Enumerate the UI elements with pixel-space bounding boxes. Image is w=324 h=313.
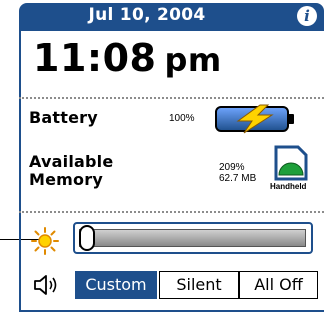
brightness-slider-thumb[interactable] bbox=[79, 225, 95, 251]
brightness-slider[interactable] bbox=[73, 222, 313, 254]
memory-label-line2: Memory bbox=[29, 170, 103, 189]
speaker-icon bbox=[34, 275, 57, 295]
battery-label: Battery bbox=[29, 108, 98, 127]
sound-option-silent[interactable]: Silent bbox=[159, 271, 239, 299]
clock-display: 11:08 pm bbox=[33, 36, 222, 80]
handheld-memory-icon bbox=[274, 145, 308, 181]
sound-option-custom[interactable]: Custom bbox=[75, 271, 157, 299]
divider bbox=[19, 97, 324, 99]
memory-size: 62.7 MB bbox=[219, 173, 257, 184]
memory-label-line1: Available bbox=[29, 152, 114, 171]
clock-ampm: pm bbox=[164, 41, 222, 79]
info-icon[interactable]: i bbox=[297, 6, 317, 26]
brightness-slider-fill bbox=[79, 229, 306, 247]
date-title: Jul 10, 2004 bbox=[88, 5, 206, 25]
divider bbox=[19, 211, 324, 213]
clock-time: 11:08 bbox=[33, 36, 157, 80]
sound-option-all-off[interactable]: All Off bbox=[239, 271, 318, 299]
battery-percent: 100% bbox=[169, 113, 195, 124]
title-bar: Jul 10, 2004 i bbox=[19, 3, 324, 31]
memory-device-label: Handheld bbox=[270, 182, 307, 191]
sun-icon bbox=[31, 227, 59, 255]
charging-battery-icon bbox=[215, 104, 294, 134]
status-screen: Jul 10, 2004 i 11:08 pm Battery 100% Avai… bbox=[19, 0, 324, 313]
